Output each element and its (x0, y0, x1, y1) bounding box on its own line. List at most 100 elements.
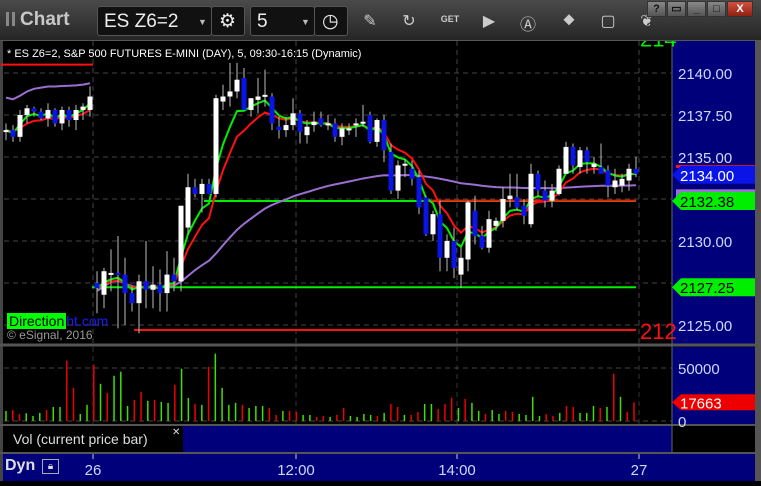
alert-icon[interactable]: Ⓐ (518, 11, 538, 35)
maximize-button[interactable]: □ (707, 1, 726, 17)
link-icon[interactable]: ⬥ (559, 11, 579, 29)
candle-body (619, 178, 625, 186)
level-label: 214 (640, 41, 677, 52)
dynamic-mode[interactable]: Dyn (5, 457, 35, 475)
chevron-down-icon: ▼ (301, 17, 310, 27)
copyright: © eSignal, 2016 (7, 328, 93, 342)
time-tick-label: 14:00 (438, 462, 476, 479)
time-tick-label: 27 (631, 462, 648, 479)
price-tick-label: 2140.00 (678, 66, 732, 83)
candle-body (59, 109, 65, 124)
candle-body (297, 113, 303, 132)
candle-body (143, 281, 149, 290)
candle-body (430, 214, 436, 235)
candle-body (276, 126, 282, 131)
help-button[interactable]: ? (647, 1, 666, 17)
clock-icon: ◷ (322, 11, 339, 32)
price-tag-text: 2127.25 (680, 280, 734, 297)
drag-grip-icon[interactable] (6, 12, 15, 26)
chart-canvas[interactable]: 2140.002137.502135.002132.502130.002127.… (0, 27, 761, 481)
candle-body (171, 274, 177, 282)
candle-body (178, 205, 184, 282)
candle-body (290, 113, 296, 126)
candle-body (269, 96, 275, 124)
settings-button[interactable]: ⚙ (211, 6, 245, 36)
restore-button[interactable]: ▭ (667, 1, 686, 17)
candle-body (17, 115, 23, 137)
candle-body (402, 163, 408, 166)
minimize-button[interactable]: _ (687, 1, 706, 17)
chevron-down-icon: ▼ (198, 17, 207, 27)
window-border-left (0, 41, 3, 481)
candle-body (115, 272, 121, 275)
candle-body (500, 199, 506, 221)
candle-body (304, 126, 310, 136)
close-button[interactable]: X (727, 1, 753, 17)
candle-body (451, 241, 457, 268)
candle-body (192, 187, 198, 194)
candle-body (563, 146, 569, 174)
close-study-icon[interactable]: ✕ (172, 427, 180, 438)
candle-body (199, 183, 205, 194)
candle-body (437, 214, 443, 258)
candle-body (493, 220, 499, 226)
candle-body (80, 106, 86, 110)
candle-body (185, 187, 191, 228)
volume-tick-label: 0 (678, 414, 686, 431)
candle-body (542, 190, 548, 201)
candle-body (45, 109, 51, 119)
candle-body (283, 125, 289, 131)
lock-icon[interactable]: 🔒︎ (42, 459, 59, 474)
study-bar (183, 426, 672, 454)
candle-body (598, 167, 604, 174)
window-title: Chart (20, 9, 70, 30)
time-button[interactable]: ◷ (314, 6, 348, 36)
volume-study-label: Vol (current price bar) (13, 431, 148, 447)
price-tick-label: 2137.50 (678, 108, 732, 125)
candle-body (605, 170, 611, 186)
play-icon[interactable]: ▶ (479, 11, 499, 31)
candle-body (381, 120, 387, 151)
candle-body (528, 173, 534, 225)
time-tick-label: 26 (85, 462, 102, 479)
interval-value: 5 (257, 11, 268, 32)
candle-body (374, 120, 380, 142)
candle-body (591, 163, 597, 168)
candle-body (549, 190, 555, 201)
candle-body (318, 118, 324, 126)
candle-body (507, 195, 513, 199)
get-icon[interactable]: GET (440, 14, 460, 24)
candle-body (570, 146, 576, 166)
candle-body (150, 284, 156, 290)
chart-area[interactable]: 2140.002137.502135.002132.502130.002127.… (0, 27, 761, 481)
candle-body (241, 78, 247, 110)
candle-body (262, 94, 268, 97)
brand-watermark: Direction ht.com (7, 313, 108, 329)
gear-icon: ⚙ (219, 11, 237, 32)
candle-body (472, 210, 478, 236)
candle-body (367, 115, 373, 142)
candle-body (514, 197, 520, 208)
symbol-selector[interactable]: ES Z6=2 ▼ (97, 6, 212, 36)
candle-body (164, 274, 170, 294)
candle-body (346, 128, 352, 131)
candle-body (521, 205, 527, 216)
candle-body (108, 272, 114, 275)
candle-body (213, 98, 219, 194)
candle-body (31, 108, 37, 112)
price-tag-text: 2134.00 (680, 168, 734, 185)
candle-body (157, 284, 163, 294)
refresh-chart-icon[interactable]: ↻ (399, 11, 419, 31)
candle-body (577, 150, 583, 168)
candle-body (626, 168, 632, 181)
candle-body (479, 235, 485, 248)
comment-icon[interactable]: ▢ (598, 11, 618, 31)
candle-body (220, 96, 226, 102)
candle-body (486, 219, 492, 248)
candle-body (136, 281, 142, 304)
window-border-right (755, 41, 761, 481)
candle-body (52, 109, 58, 124)
pencil-icon[interactable]: ✎ (360, 11, 380, 31)
interval-selector[interactable]: 5 ▼ (250, 6, 315, 36)
title-bar: Chart ES Z6=2 ▼ ⚙ 5 ▼ ◷ ✎ ↻ GET ▶ Ⓐ ⬥ ▢ … (0, 0, 761, 41)
